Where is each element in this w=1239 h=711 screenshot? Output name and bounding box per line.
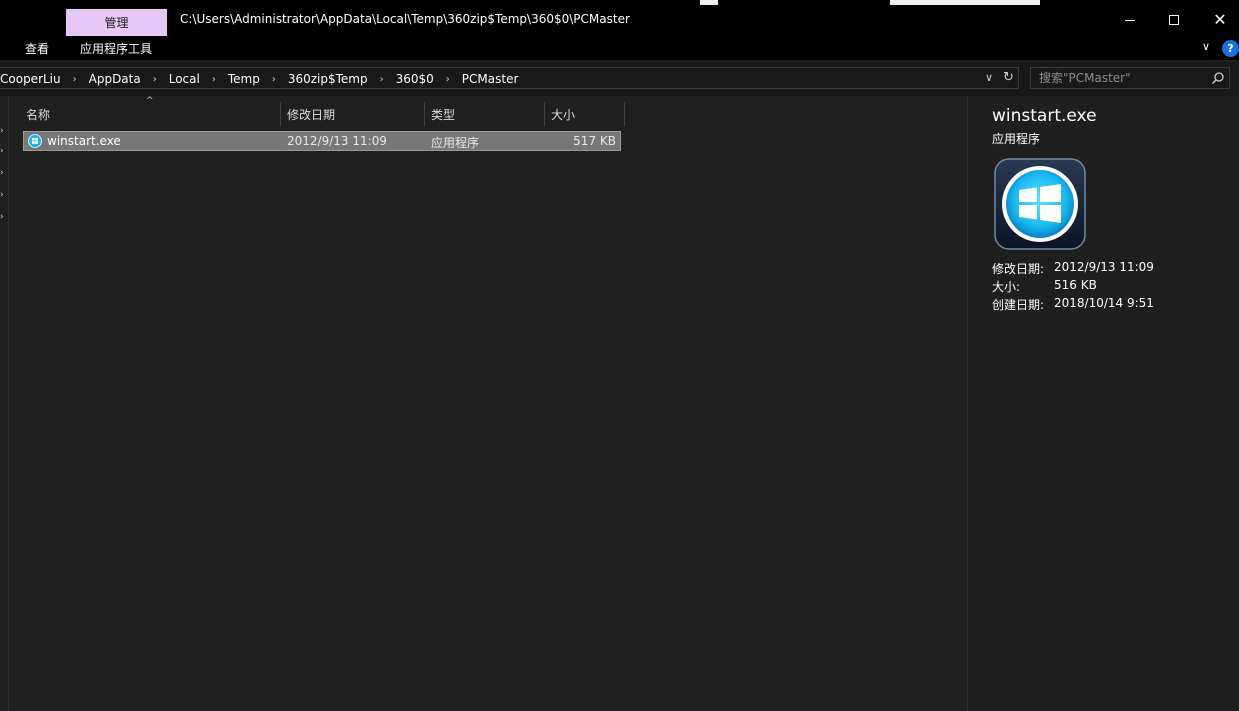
breadcrumb: CooperLiu › AppData › Local › Temp › 360…	[0, 72, 518, 86]
modified-label: 修改日期:	[992, 262, 1045, 276]
background-window-edge	[700, 0, 718, 5]
refresh-icon[interactable]: ↻	[1003, 70, 1014, 85]
breadcrumb-separator-icon[interactable]: ›	[61, 74, 89, 85]
tab-application-tools[interactable]: 应用程序工具	[80, 40, 152, 57]
nav-expand-chevron-icon[interactable]: ›	[0, 126, 4, 136]
size-label: 大小:	[992, 280, 1021, 294]
help-icon[interactable]: ?	[1222, 40, 1239, 57]
close-button[interactable]: ✕	[1210, 10, 1230, 30]
navigation-pane[interactable]: › › › › ›	[0, 96, 9, 711]
file-modified: 2012/9/13 11:09	[287, 134, 387, 148]
details-file-name: winstart.exe	[992, 106, 1097, 126]
ribbon-tabs: 查看 应用程序工具 ∨ ?	[0, 36, 1239, 60]
windows-app-large-icon	[994, 158, 1086, 250]
details-pane: winstart.exe 应用程序 修改日期: 2012/9/13 11:09 …	[967, 96, 1239, 711]
breadcrumb-item[interactable]: PCMaster	[462, 72, 519, 86]
breadcrumb-item[interactable]: AppData	[89, 72, 141, 86]
manage-tab[interactable]: 管理	[66, 9, 167, 36]
file-type: 应用程序	[431, 136, 480, 150]
windows-app-icon	[28, 134, 42, 148]
tab-view[interactable]: 查看	[25, 40, 49, 57]
details-file-type: 应用程序	[992, 132, 1041, 146]
created-label: 创建日期:	[992, 298, 1045, 312]
column-header-size[interactable]: 大小	[545, 102, 625, 126]
file-name[interactable]: winstart.exe	[47, 134, 121, 148]
breadcrumb-separator-icon[interactable]: ›	[141, 74, 169, 85]
breadcrumb-item[interactable]: 360zip$Temp	[288, 72, 368, 86]
expand-ribbon-chevron-icon[interactable]: ∨	[1202, 40, 1210, 53]
title-bar: 管理 C:\Users\Administrator\AppData\Local\…	[0, 0, 1239, 40]
breadcrumb-item[interactable]: CooperLiu	[0, 72, 61, 86]
breadcrumb-item[interactable]: 360$0	[396, 72, 434, 86]
maximize-icon	[1169, 15, 1179, 25]
maximize-button[interactable]	[1164, 10, 1184, 30]
column-header-modified[interactable]: 修改日期	[281, 102, 425, 126]
file-list[interactable]: ^ 名称 修改日期 类型 大小 winstart.exe 2012/9/13 1…	[10, 96, 967, 711]
breadcrumb-item[interactable]: Local	[169, 72, 200, 86]
search-box[interactable]	[1030, 67, 1230, 89]
nav-expand-chevron-icon[interactable]: ›	[0, 168, 4, 178]
nav-expand-chevron-icon[interactable]: ›	[0, 146, 4, 156]
column-header-type[interactable]: 类型	[425, 102, 545, 126]
background-window-edge	[890, 0, 1040, 5]
size-value: 516 KB	[1054, 278, 1097, 292]
file-size: 517 KB	[573, 134, 616, 148]
breadcrumb-separator-icon[interactable]: ›	[434, 74, 462, 85]
breadcrumb-separator-icon[interactable]: ›	[200, 74, 228, 85]
breadcrumb-separator-icon[interactable]: ›	[368, 74, 396, 85]
column-header-name[interactable]: 名称	[20, 102, 281, 126]
nav-expand-chevron-icon[interactable]: ›	[0, 212, 4, 222]
modified-value: 2012/9/13 11:09	[1054, 260, 1154, 274]
minimize-button[interactable]	[1120, 10, 1140, 30]
address-row: CooperLiu › AppData › Local › Temp › 360…	[0, 62, 1239, 96]
minimize-icon	[1125, 19, 1135, 21]
address-dropdown-chevron-icon[interactable]: ∨	[985, 71, 993, 84]
address-bar[interactable]: CooperLiu › AppData › Local › Temp › 360…	[0, 67, 1019, 89]
search-input[interactable]	[1031, 68, 1206, 88]
breadcrumb-separator-icon[interactable]: ›	[260, 74, 288, 85]
breadcrumb-item[interactable]: Temp	[228, 72, 260, 86]
search-icon[interactable]	[1211, 71, 1225, 85]
created-value: 2018/10/14 9:51	[1054, 296, 1154, 310]
nav-expand-chevron-icon[interactable]: ›	[0, 190, 4, 200]
close-icon: ✕	[1213, 10, 1227, 29]
file-row-selected[interactable]: winstart.exe 2012/9/13 11:09 应用程序 517 KB	[23, 131, 621, 151]
window-title: C:\Users\Administrator\AppData\Local\Tem…	[180, 12, 630, 26]
